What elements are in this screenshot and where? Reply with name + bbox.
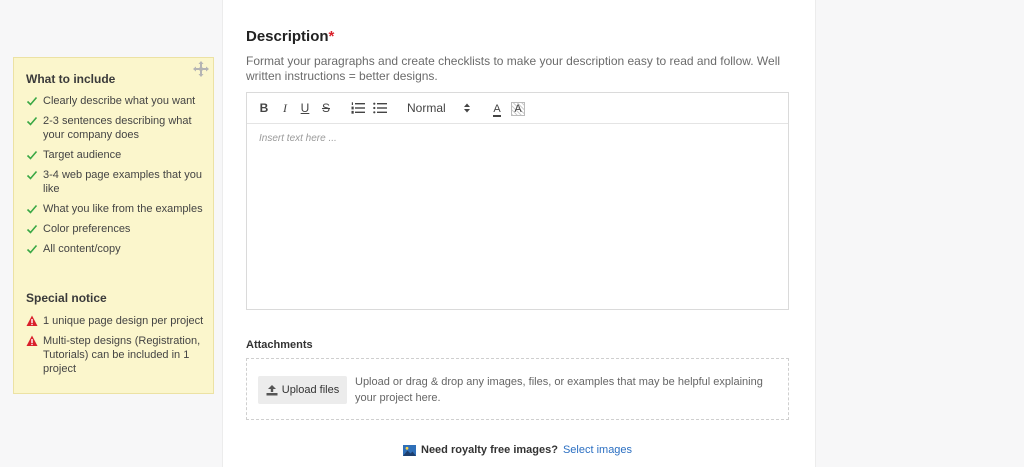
select-images-link[interactable]: Select images <box>563 444 632 456</box>
include-heading: What to include <box>26 72 116 86</box>
description-title: Description* <box>246 28 335 45</box>
list-item: What you like from the examples <box>26 202 210 216</box>
move-icon[interactable] <box>193 61 209 77</box>
strikethrough-button[interactable]: S <box>319 100 333 116</box>
check-icon <box>26 150 38 160</box>
include-list: Clearly describe what you want 2-3 sente… <box>26 94 210 262</box>
upload-files-button[interactable]: Upload files <box>258 376 347 404</box>
check-icon <box>26 204 38 214</box>
underline-button[interactable]: U <box>298 100 312 116</box>
bold-button[interactable]: B <box>257 100 271 116</box>
list-item: Multi-step designs (Registration, Tutori… <box>26 334 210 376</box>
italic-button[interactable]: I <box>278 100 292 116</box>
select-arrows-icon <box>464 103 470 113</box>
list-item: All content/copy <box>26 242 210 256</box>
list-item: 1 unique page design per project <box>26 314 210 328</box>
description-textarea[interactable]: Insert text here ... <box>259 133 776 299</box>
text-color-button[interactable]: A <box>490 100 504 117</box>
description-editor: B I U S Normal A A Insert text here ... <box>246 92 789 310</box>
dropzone-text: Upload or drag & drop any images, files,… <box>355 376 763 404</box>
bullet-list-button[interactable] <box>372 100 388 116</box>
attachments-label: Attachments <box>246 339 313 351</box>
check-icon <box>26 224 38 234</box>
warning-icon <box>26 315 38 326</box>
check-icon <box>26 96 38 106</box>
bullet-list-icon <box>373 102 387 114</box>
check-icon <box>26 170 38 180</box>
notice-heading: Special notice <box>26 291 107 305</box>
check-icon <box>26 116 38 126</box>
ordered-list-button[interactable] <box>350 100 366 116</box>
check-icon <box>26 244 38 254</box>
text-size-value: Normal <box>407 101 446 115</box>
list-item: Color preferences <box>26 222 210 236</box>
list-item: Clearly describe what you want <box>26 94 210 108</box>
royalty-question: Need royalty free images? <box>421 444 558 456</box>
royalty-free-images: Need royalty free images? Select images <box>403 444 632 456</box>
description-help-text: Format your paragraphs and create checkl… <box>246 54 781 83</box>
ordered-list-icon <box>351 102 365 114</box>
image-icon <box>403 444 416 456</box>
text-size-select[interactable]: Normal <box>407 100 477 116</box>
required-marker: * <box>328 28 335 45</box>
warning-icon <box>26 335 38 346</box>
upload-files-label: Upload files <box>281 384 340 396</box>
upload-icon <box>266 384 278 395</box>
list-item: 2-3 sentences describing what your compa… <box>26 114 210 142</box>
editor-toolbar: B I U S Normal A A <box>247 93 788 124</box>
notice-list: 1 unique page design per project Multi-s… <box>26 314 210 382</box>
background-color-button[interactable]: A <box>511 100 525 116</box>
list-item: Target audience <box>26 148 210 162</box>
list-item: 3-4 web page examples that you like <box>26 168 210 196</box>
attachments-dropzone[interactable]: Upload files Upload or drag & drop any i… <box>246 358 789 420</box>
tips-sidebar: What to include Clearly describe what yo… <box>13 57 214 394</box>
